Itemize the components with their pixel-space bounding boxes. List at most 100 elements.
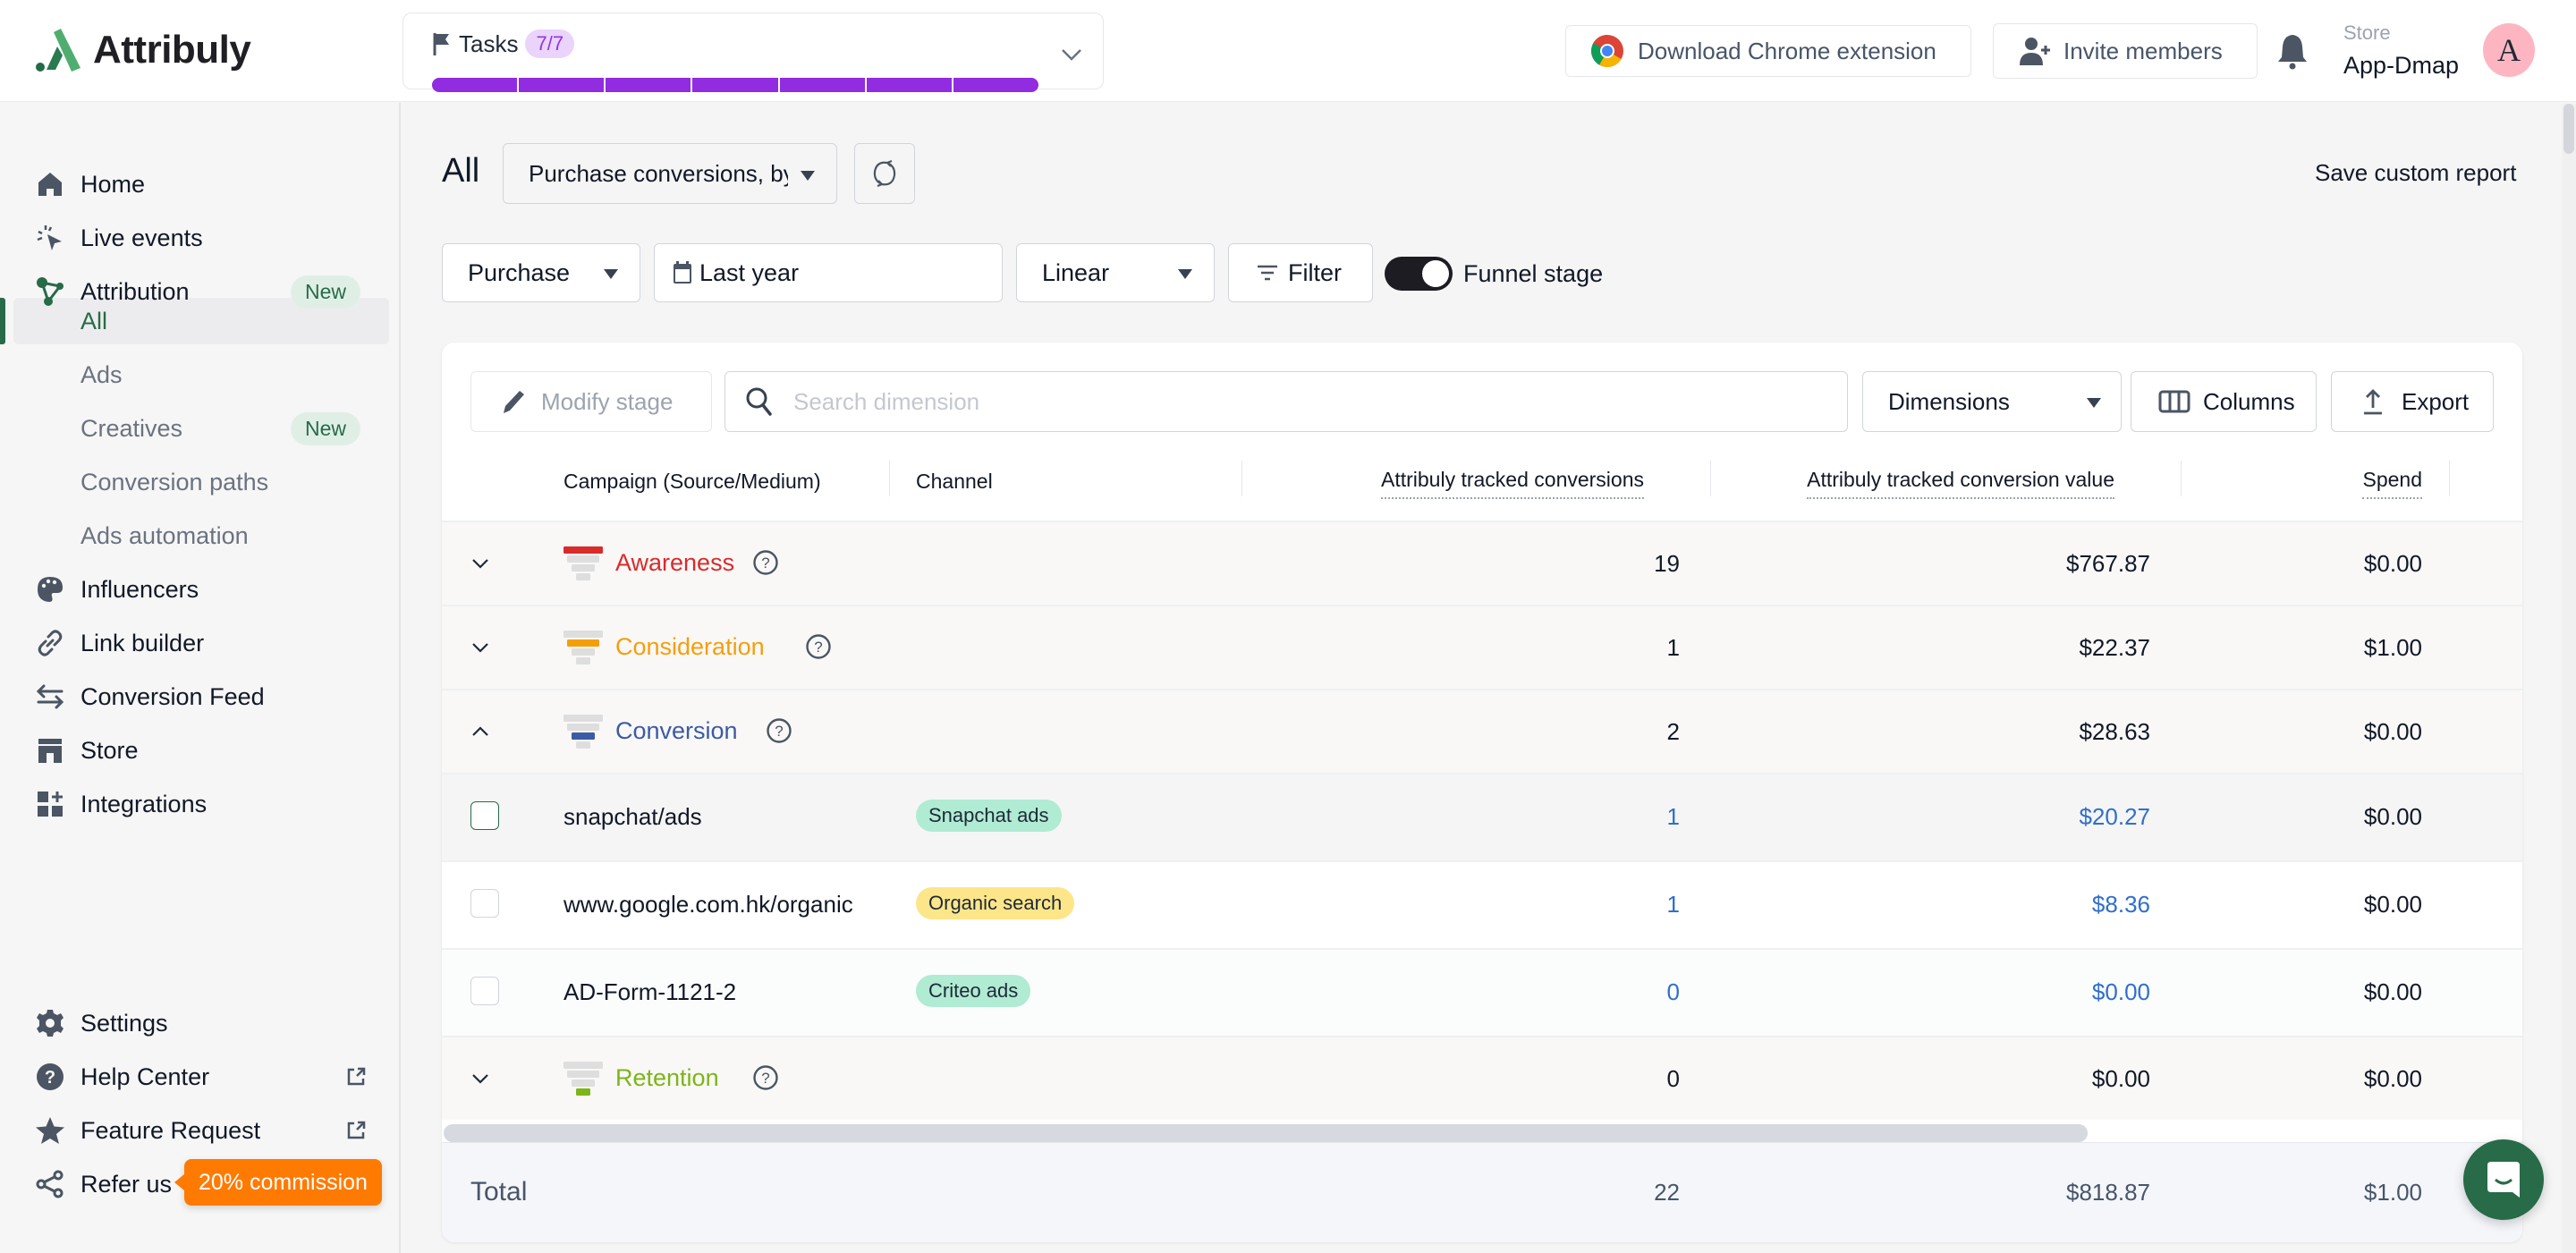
spend-cell: $0.00 bbox=[2363, 1065, 2422, 1092]
vertical-scrollbar[interactable] bbox=[2562, 104, 2576, 1253]
external-link-icon bbox=[347, 1121, 366, 1139]
download-chrome-extension-button[interactable]: Download Chrome extension bbox=[1565, 25, 1971, 77]
help-circle-icon[interactable]: ? bbox=[752, 549, 779, 576]
event-select[interactable]: Purchase bbox=[442, 243, 640, 302]
conversion-value-cell: $22.37 bbox=[2079, 634, 2150, 661]
funnel-stage-row-conversion[interactable]: Conversion? 2 $28.63 $0.00 bbox=[442, 689, 2522, 773]
horizontal-scrollbar[interactable] bbox=[442, 1122, 2522, 1142]
column-header-spend[interactable]: Spend bbox=[2362, 463, 2422, 499]
funnel-stage-toggle[interactable] bbox=[1385, 257, 1453, 291]
tasks-progress-widget[interactable]: Tasks 7/7 bbox=[402, 13, 1104, 92]
funnel-stage-name: Conversion bbox=[615, 717, 738, 744]
chevron-down-icon[interactable] bbox=[467, 634, 494, 661]
spend-cell: $0.00 bbox=[2363, 978, 2422, 1005]
external-link-icon bbox=[347, 1067, 366, 1086]
export-button[interactable]: Export bbox=[2331, 371, 2494, 432]
brand-logo[interactable]: Attribuly bbox=[34, 27, 251, 73]
row-checkbox[interactable] bbox=[470, 977, 499, 1005]
tasks-progress-segment bbox=[692, 78, 780, 92]
filter-label: Filter bbox=[1288, 258, 1342, 286]
conversions-cell: 0 bbox=[1666, 978, 1680, 1005]
sidebar-item-creatives[interactable]: Creatives New bbox=[0, 403, 401, 453]
table-row[interactable]: www.google.com.hk/organic Organic search 1… bbox=[442, 860, 2522, 948]
sidebar: Home Live events Attribution New All Ads… bbox=[0, 103, 401, 1253]
pencil-icon bbox=[504, 391, 524, 413]
total-label: Total bbox=[470, 1177, 528, 1206]
modify-stage-button[interactable]: Modify stage bbox=[470, 371, 712, 432]
filter-icon bbox=[1258, 265, 1277, 281]
help-circle-icon[interactable]: ? bbox=[805, 633, 832, 660]
date-range-picker[interactable]: Last year bbox=[654, 243, 1003, 302]
column-header-conversion-value[interactable]: Attribuly tracked conversion value bbox=[1807, 463, 2114, 499]
store-name[interactable]: App-Dmap bbox=[2343, 52, 2459, 80]
gear-icon bbox=[37, 1010, 64, 1037]
svg-text:?: ? bbox=[762, 555, 770, 571]
search-icon bbox=[746, 387, 772, 416]
search-dimension-input[interactable]: Search dimension bbox=[724, 371, 1848, 432]
brand-name: Attribuly bbox=[93, 28, 251, 72]
sidebar-item-label: All bbox=[80, 307, 108, 334]
tasks-progress-segment bbox=[432, 78, 520, 92]
funnel-stage-name: Retention bbox=[615, 1064, 719, 1091]
sidebar-item-help-center[interactable]: ? Help Center bbox=[0, 1052, 401, 1102]
chevron-down-icon[interactable] bbox=[1058, 40, 1085, 67]
sidebar-item-label: Integrations bbox=[80, 790, 208, 817]
columns-button[interactable]: Columns bbox=[2131, 371, 2317, 432]
chevron-up-icon[interactable] bbox=[467, 718, 494, 745]
sidebar-item-store[interactable]: Store bbox=[0, 725, 401, 775]
sidebar-item-ads-automation[interactable]: Ads automation bbox=[0, 511, 401, 561]
columns-label: Columns bbox=[2203, 387, 2295, 415]
chevron-down-icon[interactable] bbox=[467, 1065, 494, 1092]
sidebar-item-settings[interactable]: Settings bbox=[0, 998, 401, 1048]
column-header-channel[interactable]: Channel bbox=[916, 463, 993, 499]
dimensions-label: Dimensions bbox=[1888, 387, 2010, 415]
sidebar-item-integrations[interactable]: Integrations bbox=[0, 779, 401, 829]
funnel-stage-row-retention[interactable]: Retention? 0 $0.00 $0.00 bbox=[442, 1036, 2522, 1120]
row-checkbox[interactable] bbox=[470, 801, 499, 830]
funnel-stage-row-awareness[interactable]: Awareness? 19 $767.87 $0.00 bbox=[442, 521, 2522, 605]
table-row[interactable]: snapchat/ads Snapchat ads 1 $20.27 $0.00 bbox=[442, 773, 2522, 860]
funnel-stage-icon bbox=[564, 1062, 603, 1096]
tasks-progress-segment bbox=[519, 78, 606, 92]
attribution-model-select[interactable]: Linear bbox=[1016, 243, 1215, 302]
report-type-select[interactable]: Purchase conversions, by bbox=[503, 143, 837, 204]
sidebar-item-ads[interactable]: Ads bbox=[0, 350, 401, 400]
chat-support-button[interactable] bbox=[2463, 1139, 2544, 1220]
column-header-campaign[interactable]: Campaign (Source/Medium) bbox=[564, 463, 821, 499]
column-header-conversions[interactable]: Attribuly tracked conversions bbox=[1380, 463, 1644, 499]
funnel-stage-row-consideration[interactable]: Consideration? 1 $22.37 $1.00 bbox=[442, 605, 2522, 689]
dimensions-select[interactable]: Dimensions bbox=[1862, 371, 2122, 432]
sidebar-item-all[interactable]: All bbox=[0, 296, 401, 346]
sidebar-item-conversion-feed[interactable]: Conversion Feed bbox=[0, 672, 401, 722]
sidebar-item-home[interactable]: Home bbox=[0, 159, 401, 209]
save-custom-report-button[interactable]: Save custom report bbox=[2315, 159, 2516, 187]
tasks-count-badge: 7/7 bbox=[525, 30, 575, 58]
invite-members-button[interactable]: Invite members bbox=[1993, 23, 2258, 79]
funnel-stage-icon bbox=[564, 715, 603, 749]
tasks-progress-segment bbox=[606, 78, 693, 92]
sidebar-item-label: Store bbox=[80, 736, 139, 764]
help-circle-icon[interactable]: ? bbox=[766, 717, 792, 744]
notification-bell-icon[interactable] bbox=[2275, 32, 2309, 70]
chevron-down-icon[interactable] bbox=[467, 550, 494, 577]
sidebar-item-feature-request[interactable]: Feature Request bbox=[0, 1105, 401, 1156]
horizontal-scrollbar-thumb[interactable] bbox=[444, 1124, 2088, 1142]
sidebar-item-label: Home bbox=[80, 170, 146, 198]
row-checkbox[interactable] bbox=[470, 889, 499, 918]
sidebar-item-link-builder[interactable]: Link builder bbox=[0, 618, 401, 668]
refresh-button[interactable] bbox=[854, 143, 915, 204]
sidebar-item-live-events[interactable]: Live events bbox=[0, 213, 401, 263]
help-circle-icon[interactable]: ? bbox=[752, 1064, 779, 1091]
user-avatar[interactable]: A bbox=[2483, 23, 2535, 77]
sidebar-item-influencers[interactable]: Influencers bbox=[0, 564, 401, 614]
svg-text:?: ? bbox=[762, 1070, 770, 1087]
funnel-stage-name: Consideration bbox=[615, 633, 765, 660]
palette-icon bbox=[38, 577, 63, 602]
conversion-value-cell: $8.36 bbox=[2091, 891, 2150, 918]
store-label: Store bbox=[2343, 21, 2391, 44]
vertical-scrollbar-thumb[interactable] bbox=[2563, 104, 2574, 154]
sidebar-item-conversion-paths[interactable]: Conversion paths bbox=[0, 457, 401, 507]
table-row[interactable]: AD-Form-1121-2 Criteo ads 0 $0.00 $0.00 bbox=[442, 948, 2522, 1036]
filter-button[interactable]: Filter bbox=[1228, 243, 1373, 302]
add-user-icon bbox=[2020, 38, 2050, 65]
